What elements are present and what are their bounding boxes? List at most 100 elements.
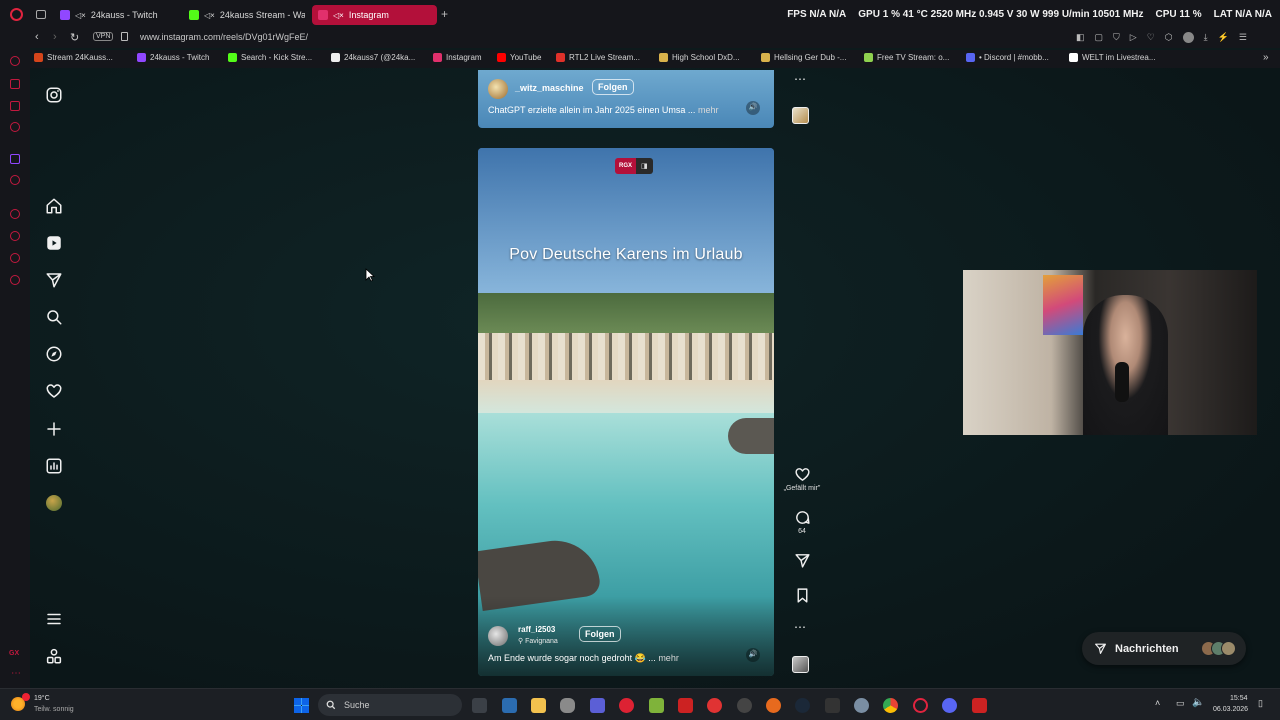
crypto-wallet-icon[interactable] — [10, 79, 20, 89]
extensions-icon[interactable] — [10, 253, 20, 263]
chrome-icon[interactable] — [883, 698, 898, 713]
ai-icon[interactable]: ⚡ — [1218, 32, 1229, 43]
bookmark-item[interactable]: • Discord | #mobb... — [966, 53, 1049, 62]
weather-temp[interactable]: 19°C — [34, 695, 50, 702]
download-icon[interactable]: ⤓ — [1204, 32, 1208, 43]
extensions-icon[interactable]: ⬡ — [1165, 32, 1173, 43]
play-icon[interactable]: ▷ — [1130, 32, 1137, 43]
bookmark-item[interactable]: Search - Kick Stre... — [228, 53, 312, 62]
streaming-app-icon[interactable] — [678, 698, 693, 713]
obs-icon[interactable] — [737, 698, 752, 713]
follow-button[interactable]: Folgen — [579, 626, 621, 642]
reel-author-avatar[interactable] — [488, 626, 508, 646]
follow-button[interactable]: Folgen — [592, 79, 634, 95]
audio-thumbnail[interactable] — [792, 107, 809, 124]
shield-icon[interactable]: ⛉ — [1113, 32, 1120, 43]
bookmark-item[interactable]: WELT im Livestrea... — [1069, 53, 1156, 62]
back-icon[interactable]: ‹ — [35, 31, 39, 43]
more-menu-icon[interactable] — [44, 609, 64, 629]
workspaces-icon[interactable] — [36, 10, 46, 19]
explore-icon[interactable] — [44, 344, 64, 364]
tab-instagram[interactable]: ◁× Instagram — [312, 5, 437, 25]
tab-kick[interactable]: ◁× 24kauss Stream - Wa — [183, 5, 305, 25]
more-icon[interactable]: ⋯ — [11, 668, 21, 679]
file-explorer-icon[interactable] — [531, 698, 546, 713]
bookmark-item[interactable]: Hellsing Ger Dub -... — [761, 53, 846, 62]
volume-icon[interactable]: 🔈 — [1192, 697, 1204, 708]
bookmark-item[interactable]: 24kauss7 (@24ka... — [331, 53, 415, 62]
share-button[interactable] — [792, 552, 812, 569]
vpn-badge[interactable]: VPN — [93, 32, 114, 41]
gx-corner-icon[interactable] — [10, 101, 20, 111]
network-icon[interactable]: ▭ — [1176, 698, 1185, 709]
reel-current[interactable]: RGX ◨ Pov Deutsche Karens im Urlaub raff… — [478, 148, 774, 676]
bookmark-item[interactable]: 24kauss - Twitch — [137, 53, 209, 62]
gx-control-icon[interactable]: GX — [9, 650, 19, 657]
sidebar-toggle-icon[interactable]: ◨ — [636, 158, 653, 174]
history-icon[interactable] — [10, 231, 20, 241]
windows-start-icon[interactable] — [294, 698, 309, 713]
calculator-icon[interactable] — [502, 698, 517, 713]
save-button[interactable] — [792, 587, 812, 604]
direct-send-icon[interactable] — [44, 270, 64, 290]
dashboard-icon[interactable] — [44, 456, 64, 476]
new-tab-button[interactable]: + — [441, 7, 448, 21]
reel-location[interactable]: ⚲ Favignana — [518, 637, 558, 645]
player-icon[interactable] — [10, 209, 20, 219]
more-bookmarks-icon[interactable]: » — [1263, 52, 1269, 63]
bookmark-item[interactable]: YouTube — [497, 53, 541, 62]
notifications-heart-icon[interactable] — [44, 381, 64, 401]
reel-previous[interactable]: _witz_maschine Folgen ChatGPT erzielte a… — [478, 70, 774, 128]
messenger-icon[interactable] — [10, 122, 20, 132]
heart-icon[interactable]: ♡ — [1147, 32, 1155, 43]
taskbar-search[interactable]: Suche — [318, 694, 462, 716]
bookmark-item[interactable]: Stream 24Kauss... — [34, 53, 113, 62]
reel-username[interactable]: raff_i2503 — [518, 625, 555, 634]
audio-icon[interactable]: 🔊 — [746, 101, 760, 115]
clock-time[interactable]: 15:54 — [1230, 695, 1248, 702]
search-icon[interactable] — [44, 307, 64, 327]
mouse-app-icon[interactable] — [560, 698, 575, 713]
epic-games-icon[interactable] — [825, 698, 840, 713]
youtube-icon[interactable] — [10, 175, 20, 185]
opera-gx-icon[interactable] — [913, 698, 928, 713]
bookmark-item[interactable]: RTL2 Live Stream... — [556, 53, 640, 62]
reload-icon[interactable]: ↻ — [70, 31, 79, 44]
opera-logo-icon[interactable] — [10, 8, 23, 21]
forward-icon[interactable]: › — [53, 31, 57, 43]
snapshot-icon[interactable]: ▢ — [1095, 32, 1104, 43]
tray-chevron-icon[interactable]: ˄ — [1155, 698, 1160, 708]
bookmark-item[interactable]: High School DxD... — [659, 53, 740, 62]
profile-avatar[interactable] — [44, 493, 64, 513]
task-view-icon[interactable] — [472, 698, 487, 713]
more-link[interactable]: mehr — [698, 105, 719, 115]
record-app-icon[interactable] — [707, 698, 722, 713]
pin-icon[interactable]: ◧ — [1076, 32, 1085, 43]
audio-icon[interactable]: 🔊 — [746, 648, 760, 662]
also-from-meta-icon[interactable] — [44, 646, 64, 666]
like-button[interactable]: „Gefällt mir" — [782, 466, 822, 492]
comment-button[interactable]: 64 — [792, 509, 812, 535]
bookmark-item[interactable]: Free TV Stream: o... — [864, 53, 949, 62]
messages-button[interactable]: Nachrichten — [1082, 632, 1246, 665]
url-text[interactable]: www.instagram.com/reels/DVg01rWgFeE/ — [140, 32, 308, 42]
more-options-icon[interactable]: ⋯ — [794, 72, 806, 86]
notification-bell-icon[interactable]: ▯ — [1258, 698, 1263, 709]
audio-thumbnail[interactable] — [792, 656, 809, 673]
clock-date[interactable]: 06.03.2026 — [1213, 706, 1248, 713]
reel-author-avatar[interactable] — [488, 79, 508, 99]
firefox-icon[interactable] — [766, 698, 781, 713]
discord-icon[interactable] — [942, 698, 957, 713]
red-app-icon[interactable] — [619, 698, 634, 713]
more-options-icon[interactable]: ⋯ — [794, 620, 806, 634]
app-icon[interactable] — [972, 698, 987, 713]
layers-app-icon[interactable] — [649, 698, 664, 713]
settings-app-icon[interactable] — [854, 698, 869, 713]
reel-username[interactable]: _witz_maschine — [515, 83, 584, 93]
aria-icon[interactable] — [10, 56, 20, 66]
twitch-icon[interactable] — [10, 154, 20, 164]
tab-twitch[interactable]: ◁× 24kauss - Twitch — [54, 5, 182, 25]
more-link[interactable]: mehr — [658, 653, 679, 663]
home-icon[interactable] — [44, 196, 64, 216]
bookmark-item[interactable]: Instagram — [433, 53, 482, 62]
